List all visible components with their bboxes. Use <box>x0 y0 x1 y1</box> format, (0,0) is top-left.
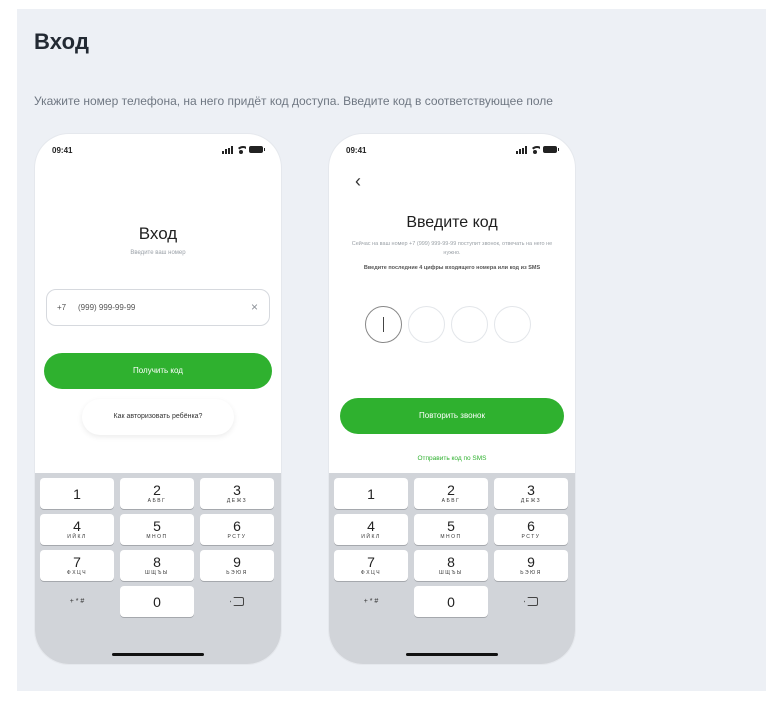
code-cell[interactable] <box>494 306 531 343</box>
status-bar: 09:41 <box>329 134 575 162</box>
key-0[interactable]: 0 <box>120 586 194 617</box>
key-4[interactable]: 4 ИЙКЛ <box>334 514 408 545</box>
key-symbols[interactable]: + * # <box>334 586 408 617</box>
key-0[interactable]: 0 <box>414 586 488 617</box>
clear-icon[interactable]: × <box>251 300 258 314</box>
key-3[interactable]: 3 ДЕЖЗ <box>494 478 568 509</box>
numeric-keypad: 1 2 АБВГ 3 ДЕЖЗ 4 ИЙКЛ 5 МНОП 6 РСТУ 7 ФХЦЧ 8Ш… <box>35 473 281 664</box>
phone-mockup-code: 09:41 ‹ Введите код Сейчас на ваш номер … <box>329 134 575 664</box>
signal-icon <box>516 145 527 154</box>
key-backspace[interactable] <box>200 586 274 617</box>
code-hint: Введите последние 4 цифры входящего номе… <box>363 265 541 271</box>
code-info: Сейчас на ваш номер +7 (999) 999-99-99 п… <box>351 241 553 256</box>
phone-number-input[interactable]: +7 (999) 999-99-99 × <box>46 289 270 326</box>
key-7[interactable]: 7 ФХЦЧ <box>334 550 408 581</box>
backspace-icon <box>524 597 538 606</box>
home-indicator <box>406 653 498 656</box>
key-5[interactable]: 5 МНОП <box>414 514 488 545</box>
key-2[interactable]: 2 АБВГ <box>120 478 194 509</box>
wifi-icon <box>530 145 540 154</box>
key-9[interactable]: 9 ЬЭЮЯ <box>494 550 568 581</box>
key-8[interactable]: 8 ШЩЪЫ <box>120 550 194 581</box>
code-cell[interactable] <box>408 306 445 343</box>
status-icons <box>516 145 559 154</box>
code-heading: Введите код <box>406 214 498 231</box>
get-code-button[interactable]: Получить код <box>44 353 272 389</box>
battery-icon <box>543 146 559 153</box>
numeric-keypad: 1 2 АБВГ 3 ДЕЖЗ 4 ИЙКЛ 5 МНОП 6 РСТУ 7 ФХЦЧ 8Ш… <box>329 473 575 664</box>
status-bar: 09:41 <box>35 134 281 162</box>
key-2[interactable]: 2 АБВГ <box>414 478 488 509</box>
key-1[interactable]: 1 <box>40 478 114 509</box>
phone-mockup-login: 09:41 Вход Введите ваш номер +7 (999) 99… <box>35 134 281 664</box>
phone-value[interactable]: (999) 999-99-99 <box>78 303 135 312</box>
repeat-call-button[interactable]: Повторить звонок <box>340 398 564 434</box>
key-5[interactable]: 5 МНОП <box>120 514 194 545</box>
battery-icon <box>249 146 265 153</box>
status-time: 09:41 <box>346 146 367 155</box>
backspace-icon <box>230 597 244 606</box>
signal-icon <box>222 145 233 154</box>
login-hint: Введите ваш номер <box>130 250 186 256</box>
back-icon[interactable]: ‹ <box>355 172 361 190</box>
key-3[interactable]: 3 ДЕЖЗ <box>200 478 274 509</box>
key-6[interactable]: 6 РСТУ <box>494 514 568 545</box>
home-indicator <box>112 653 204 656</box>
key-8[interactable]: 8 ШЩЪЫ <box>414 550 488 581</box>
key-4[interactable]: 4 ИЙКЛ <box>40 514 114 545</box>
page-subtitle: Укажите номер телефона, на него придёт к… <box>34 94 553 108</box>
code-cell[interactable] <box>451 306 488 343</box>
code-input[interactable] <box>365 306 531 343</box>
phone-prefix: +7 <box>57 303 67 312</box>
key-symbols[interactable]: + * # <box>40 586 114 617</box>
key-backspace[interactable] <box>494 586 568 617</box>
login-heading: Вход <box>138 224 178 243</box>
page-title: Вход <box>34 29 90 54</box>
page-canvas: Вход Укажите номер телефона, на него при… <box>17 9 766 691</box>
key-9[interactable]: 9 ЬЭЮЯ <box>200 550 274 581</box>
status-time: 09:41 <box>52 146 73 155</box>
key-1[interactable]: 1 <box>334 478 408 509</box>
send-sms-link[interactable]: Отправить код по SMS <box>329 455 575 462</box>
status-icons <box>222 145 265 154</box>
key-6[interactable]: 6 РСТУ <box>200 514 274 545</box>
code-cell[interactable] <box>365 306 402 343</box>
wifi-icon <box>236 145 246 154</box>
child-auth-link[interactable]: Как авторизовать ребёнка? <box>82 399 234 435</box>
key-7[interactable]: 7 ФХЦЧ <box>40 550 114 581</box>
